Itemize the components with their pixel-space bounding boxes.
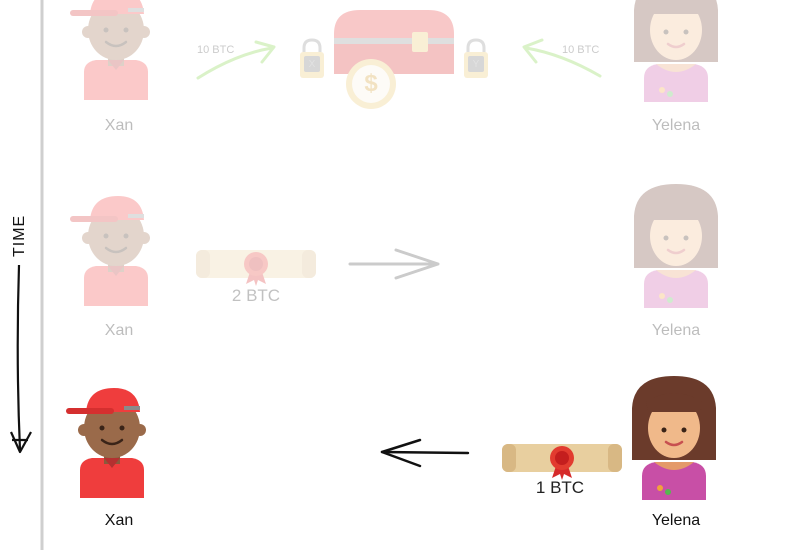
stage1-yelena-name: Yelena [651, 117, 701, 134]
time-arrow-head [9, 431, 32, 454]
stage1-yelena-avatar [632, 0, 720, 104]
stage2-xan-name: Xan [104, 322, 134, 339]
stage1-right-amount: 10 BTC [562, 44, 600, 56]
time-axis-label: TIME [11, 214, 28, 257]
stage3-certificate-icon [502, 444, 622, 480]
stage1-xan-avatar [68, 0, 152, 102]
treasure-chest-icon [334, 10, 454, 74]
stage1-escrow-setup [68, 0, 720, 109]
stage1-lock-y-letter: Y [472, 59, 480, 70]
stage1-left-amount: 10 BTC [197, 44, 235, 56]
coin-dollar-symbol: $ [364, 70, 378, 97]
stage2-certificate-amount: 2 BTC [231, 286, 281, 305]
time-sequence-diagram: TIME 10 BTC 10 BTC X Y $ Xan Yelena 2 BT… [0, 0, 800, 550]
time-arrow-shaft [16, 264, 22, 451]
stage3-xan-avatar [64, 386, 148, 500]
stage3-xan-name: Xan [104, 512, 134, 529]
stage1-xan-name: Xan [104, 117, 134, 134]
stage2-yelena-avatar [632, 182, 720, 310]
stage2-certificate-icon [196, 250, 316, 286]
stage3-yelena-avatar [630, 374, 718, 502]
stage3-certificate-amount: 1 BTC [535, 478, 585, 497]
stage1-lock-x-letter: X [308, 59, 316, 70]
stage3-yelena-name: Yelena [651, 512, 701, 529]
stage2-xan-avatar [68, 194, 152, 308]
stage2-yelena-name: Yelena [651, 322, 701, 339]
stage3-arrow-left [380, 450, 470, 455]
stage2-escrow-transfer [68, 182, 720, 310]
diagram-canvas [9, 0, 720, 550]
